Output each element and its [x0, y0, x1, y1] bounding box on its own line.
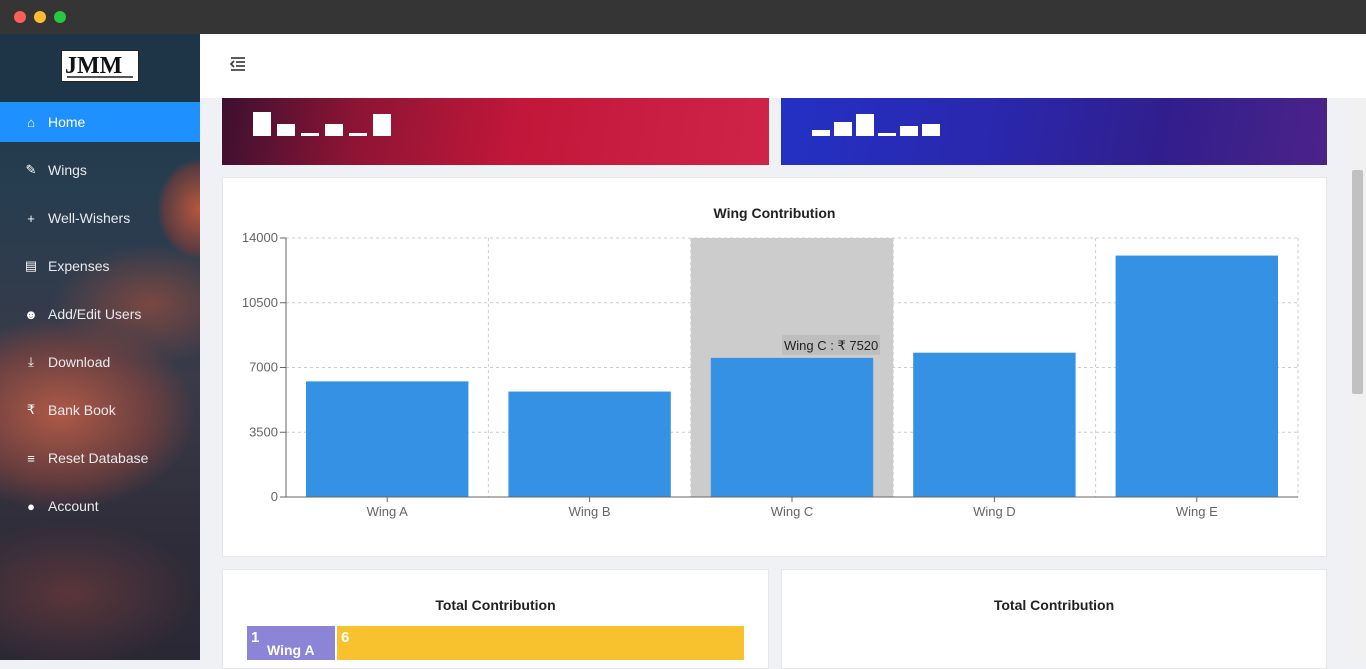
sidebar-item-download[interactable]: ⤓ Download — [0, 342, 200, 382]
y-tick-label: 7000 — [249, 360, 278, 375]
sidebar-item-well-wishers[interactable]: + Well-Wishers — [0, 198, 200, 238]
menu-collapse-icon[interactable] — [228, 54, 248, 74]
users-icon: ☻ — [24, 306, 38, 322]
sidebar-item-wings[interactable]: ✎ Wings — [0, 150, 200, 190]
sidebar-item-account[interactable]: ● Account — [0, 486, 200, 526]
sidebar-item-bank-book[interactable]: ₹ Bank Book — [0, 390, 200, 430]
x-tick-label: Wing A — [367, 504, 409, 519]
total-contribution-card-right — [781, 569, 1327, 669]
sidebar-item-label: Expenses — [48, 258, 110, 274]
page-scrollbar[interactable] — [1349, 98, 1366, 660]
x-tick-label: Wing E — [1176, 504, 1218, 519]
sidebar-item-label: Reset Database — [48, 450, 149, 466]
x-tick-label: Wing B — [569, 504, 611, 519]
bar-wing-e[interactable] — [1115, 255, 1278, 497]
sidebar-item-expenses[interactable]: ▤ Expenses — [0, 246, 200, 286]
y-tick-label: 0 — [271, 489, 278, 504]
sidebar-item-reset-database[interactable]: ≡ Reset Database — [0, 438, 200, 478]
sidebar-item-label: Bank Book — [48, 402, 116, 418]
sidebar-item-label: Download — [48, 354, 111, 370]
x-tick-label: Wing C — [771, 504, 814, 519]
window-titlebar — [0, 0, 1366, 34]
chart-tooltip: Wing C : ₹ 7520 — [784, 338, 878, 353]
sidebar-item-label: Home — [48, 114, 86, 130]
wing-contribution-chart: 0 3500 7000 10500 14000 Wing A Wing B Wing C Win… — [242, 230, 1299, 519]
banner-blue-value — [812, 112, 940, 136]
minimize-window-button[interactable] — [34, 11, 46, 23]
treemap-cell-label: Wing A — [267, 642, 315, 658]
sidebar-item-label: Wings — [48, 162, 87, 178]
svg-text:JMM: JMM — [65, 53, 122, 79]
sidebar-item-add-edit-users[interactable]: ☻ Add/Edit Users — [0, 294, 200, 334]
treemap-cell-wing-b[interactable]: 6 — [337, 626, 744, 660]
close-window-button[interactable] — [14, 11, 26, 23]
rupee-icon: ₹ — [26, 402, 36, 417]
maximize-window-button[interactable] — [54, 11, 66, 23]
user-icon: ● — [27, 498, 35, 514]
download-icon: ⤓ — [28, 354, 34, 369]
logo-area: JMM — [0, 34, 200, 102]
bar-wing-b[interactable] — [508, 391, 671, 497]
home-icon: ⌂ — [27, 114, 35, 130]
sidebar-item-label: Add/Edit Users — [48, 306, 142, 322]
banner-red-value — [253, 112, 391, 136]
sidebar-item-home[interactable]: ⌂ Home — [0, 102, 200, 142]
plus-icon: + — [27, 210, 35, 226]
y-tick-label: 14000 — [242, 230, 278, 245]
y-tick-label: 10500 — [242, 295, 278, 310]
total-chart-right-title: Total Contribution — [993, 597, 1115, 613]
x-tick-label: Wing D — [973, 504, 1016, 519]
bar-wing-d[interactable] — [913, 352, 1076, 497]
treemap-cell-index: 6 — [341, 629, 350, 646]
scrollbar-thumb[interactable] — [1352, 170, 1363, 394]
edit-icon: ✎ — [25, 162, 37, 177]
y-tick-label: 3500 — [249, 424, 278, 439]
bar-wing-a[interactable] — [306, 381, 469, 497]
bar-wing-c[interactable] — [710, 357, 874, 497]
top-bar — [200, 34, 1366, 98]
treemap-cell-index: 1 — [251, 629, 260, 646]
app-logo[interactable]: JMM — [61, 50, 139, 82]
sidebar-item-label: Account — [48, 498, 99, 514]
total-chart-left-title: Total Contribution — [435, 597, 556, 613]
treemap-cell-wing-a[interactable]: 1 Wing A — [247, 626, 335, 660]
sidebar-item-label: Well-Wishers — [48, 210, 131, 226]
sidebar: JMM ⌂ Home ✎ Wings + Well-Wishers ▤ Expenses ☻ Ad… — [0, 34, 200, 660]
database-icon: ≡ — [27, 450, 35, 466]
file-icon: ▤ — [24, 258, 38, 273]
